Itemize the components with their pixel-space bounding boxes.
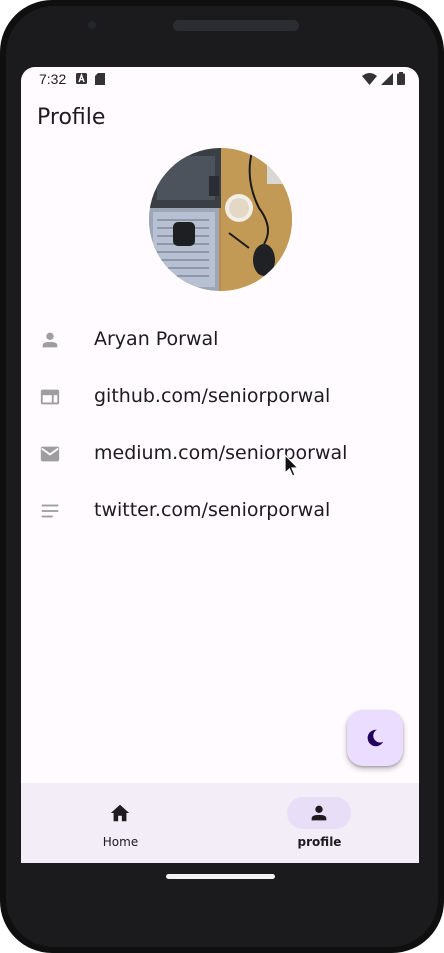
mouse-cursor-icon [284,454,300,477]
battery-icon [397,72,405,85]
moon-icon [367,729,384,747]
status-system-icons [362,72,405,85]
earpiece-speaker [173,20,299,31]
wifi-icon [362,72,377,85]
nav-label-profile: profile [297,835,342,849]
notes-icon [41,504,59,518]
web-icon [40,389,60,405]
front-camera [85,18,99,32]
cellular-signal-icon [381,72,393,85]
medium-link[interactable]: medium.com/seniorporwal [94,442,347,464]
nav-item-profile[interactable]: profile [220,783,419,863]
nav-label-home: Home [102,835,139,849]
avatar-photo [149,148,292,291]
home-icon [110,804,130,822]
twitter-link[interactable]: twitter.com/seniorporwal [94,499,330,521]
phone-frame: 7:32 Profile Aryan Porwal github.com/sen… [0,0,444,953]
gesture-navigation-bar[interactable] [166,874,275,879]
status-notification-icons [76,73,105,85]
screen: 7:32 Profile Aryan Porwal github.com/sen… [21,67,419,863]
profile-row-github[interactable]: github.com/seniorporwal [21,377,419,417]
status-bar: 7:32 [21,67,419,93]
profile-row-medium[interactable]: medium.com/seniorporwal [21,434,419,474]
page-title: Profile [37,105,106,130]
mail-icon [40,446,60,462]
profile-avatar[interactable] [149,148,292,291]
github-link[interactable]: github.com/seniorporwal [94,385,330,407]
nav-item-home[interactable]: Home [21,783,220,863]
bottom-navigation: Home profile [21,783,419,863]
profile-row-twitter[interactable]: twitter.com/seniorporwal [21,491,419,531]
sd-card-icon [95,73,105,85]
profile-name: Aryan Porwal [94,328,219,350]
person-icon [311,805,327,821]
theme-toggle-button[interactable] [347,710,403,766]
status-time: 7:32 [39,71,67,87]
font-notification-icon [76,73,87,84]
profile-row-name: Aryan Porwal [21,320,419,360]
person-icon [42,332,58,348]
